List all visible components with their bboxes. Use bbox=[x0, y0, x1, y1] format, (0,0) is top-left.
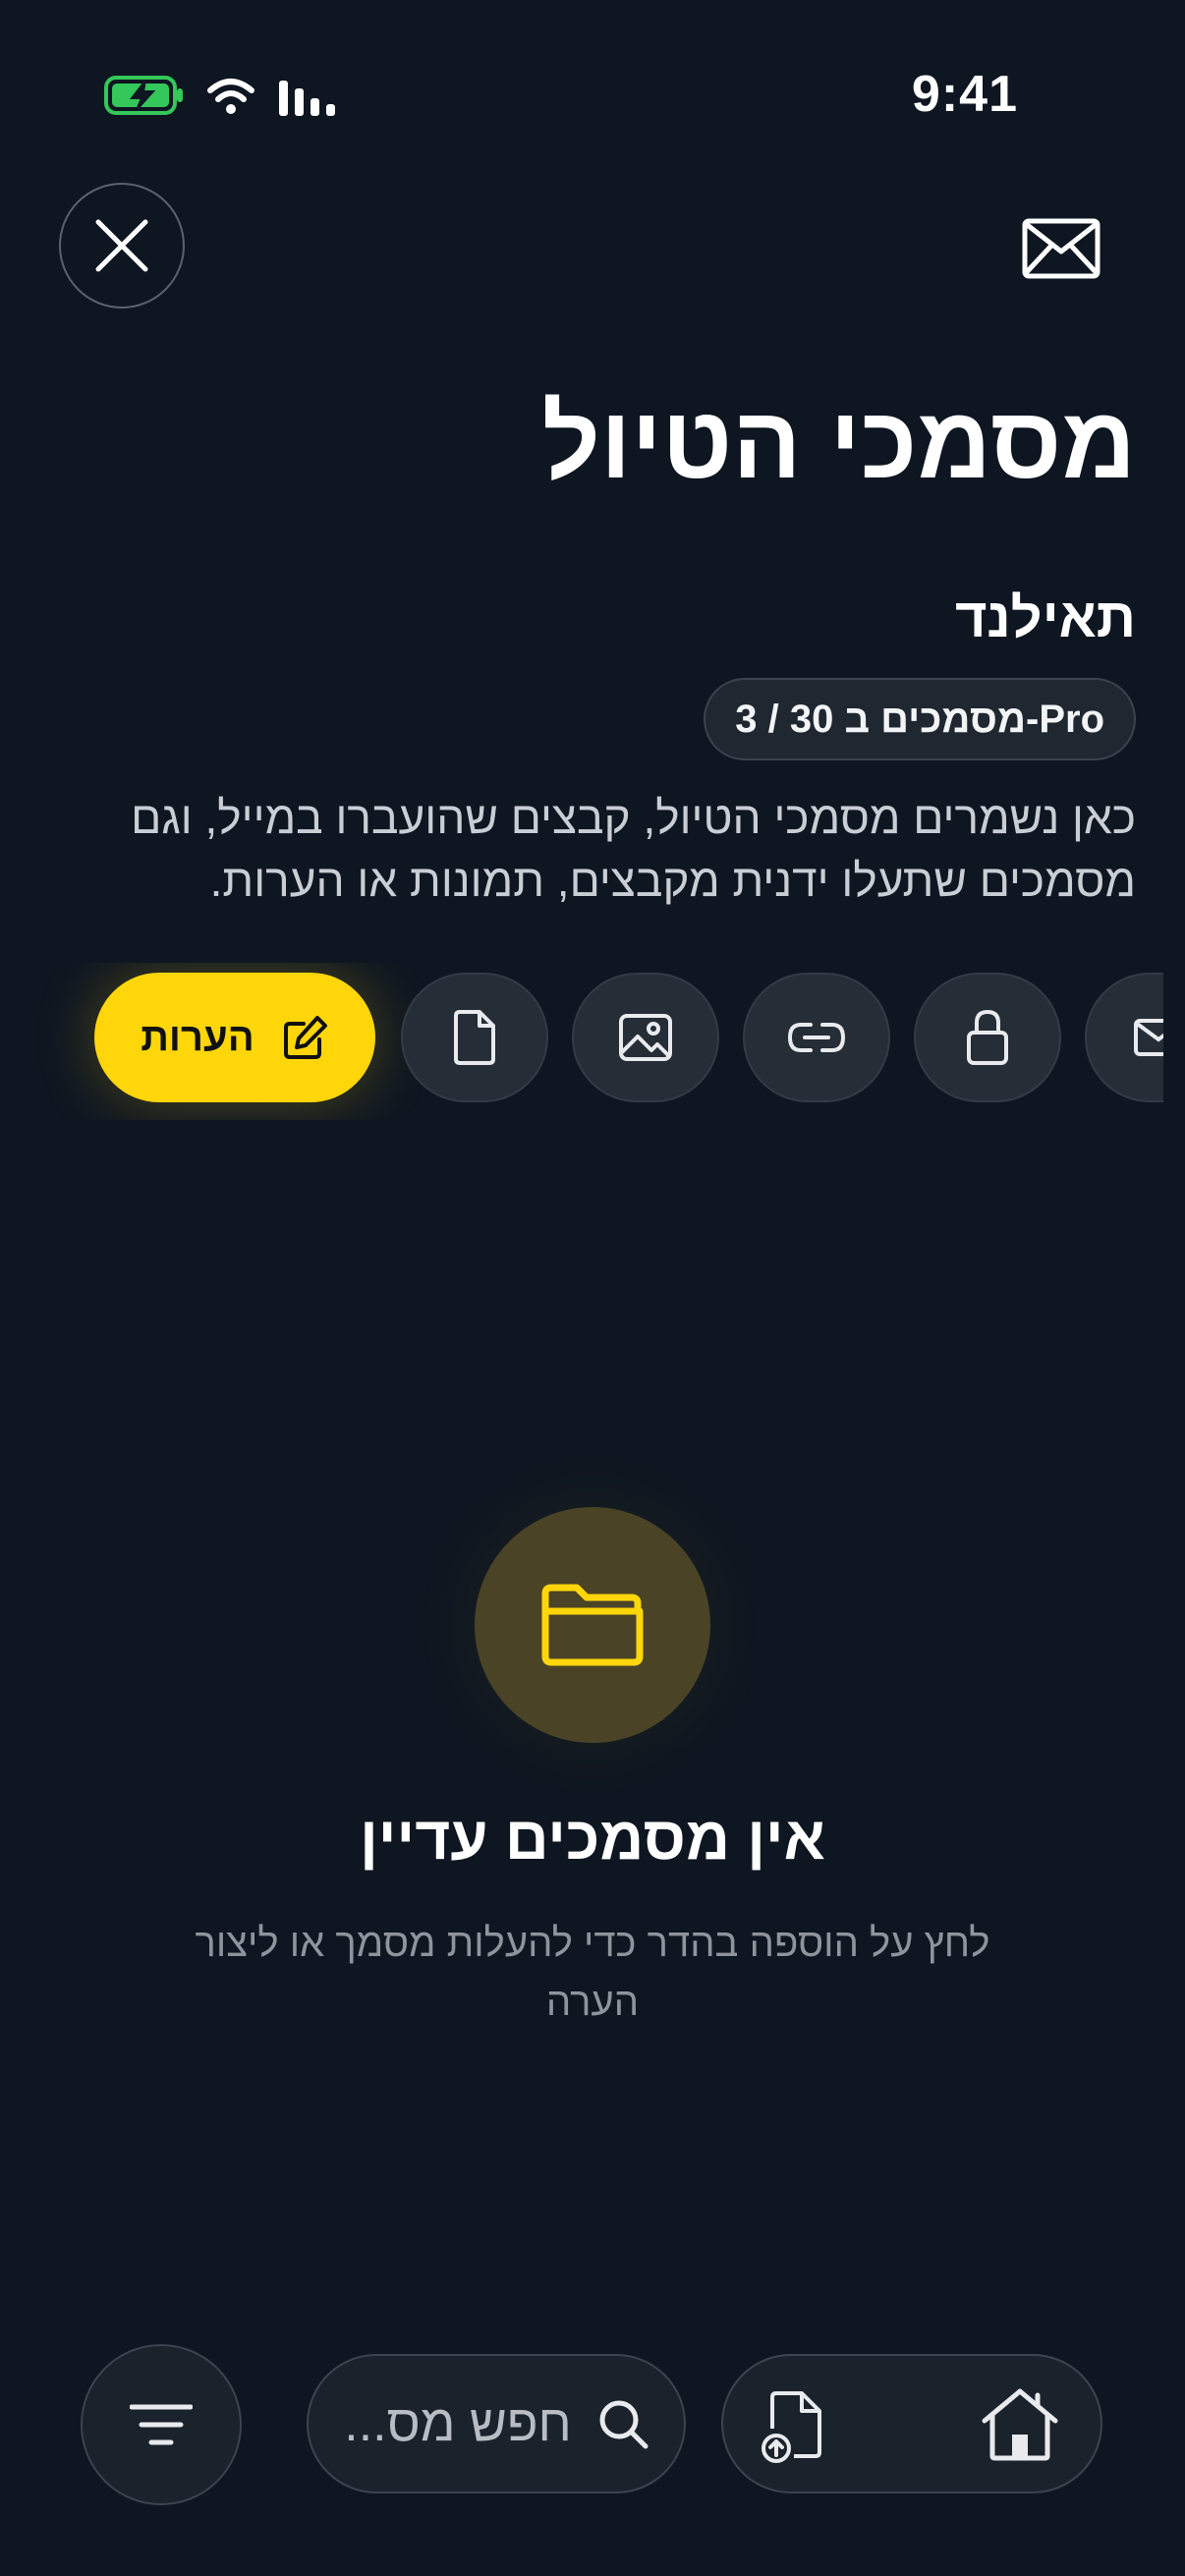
image-icon bbox=[618, 1013, 673, 1062]
quota-badge[interactable]: 3 / 30 מסמכים ב-Pro bbox=[704, 678, 1136, 760]
close-button[interactable] bbox=[59, 183, 185, 308]
filter-menu-button[interactable] bbox=[81, 2344, 242, 2505]
bottom-nav-pill bbox=[721, 2354, 1102, 2493]
filter-chip-images[interactable] bbox=[572, 973, 719, 1102]
edit-note-icon bbox=[282, 1014, 329, 1061]
trip-name: תאילנד bbox=[954, 587, 1136, 648]
page-title: מסמכי הטיול bbox=[541, 386, 1137, 500]
filter-chip-secure[interactable] bbox=[914, 973, 1061, 1102]
filter-chip-notes-label: הערות bbox=[141, 1015, 254, 1059]
status-time: 9:41 bbox=[911, 66, 1018, 123]
search-input[interactable]: חפש מס... bbox=[307, 2354, 686, 2493]
empty-state-subtitle: לחץ על הוספה בהדר כדי להעלות מסמך או ליצ… bbox=[195, 1922, 990, 2024]
page-description: כאן נשמרים מסמכי הטיול, קבצים שהועברו במ… bbox=[131, 792, 1136, 906]
mail-icon bbox=[1022, 218, 1100, 279]
filter-chip-notes[interactable]: הערות bbox=[94, 973, 375, 1102]
upload-file-icon[interactable] bbox=[761, 2389, 831, 2464]
filter-chip-email[interactable] bbox=[1085, 973, 1163, 1102]
filter-chip-files[interactable] bbox=[401, 973, 548, 1102]
empty-state-icon-circle bbox=[475, 1507, 710, 1743]
link-icon bbox=[787, 1021, 846, 1054]
close-icon bbox=[92, 216, 151, 275]
battery-charging-icon bbox=[104, 75, 185, 116]
filter-chip-row: הערות bbox=[0, 963, 1163, 1120]
home-icon[interactable] bbox=[981, 2387, 1059, 2462]
mail-button[interactable] bbox=[1022, 218, 1100, 279]
search-placeholder: חפש מס... bbox=[344, 2395, 572, 2452]
filter-chip-links[interactable] bbox=[743, 973, 890, 1102]
lock-icon bbox=[966, 1009, 1009, 1066]
empty-state-title: אין מסמכים עדיין bbox=[360, 1805, 825, 1873]
wifi-icon bbox=[206, 77, 255, 116]
mail-icon bbox=[1133, 1018, 1163, 1057]
signal-icon bbox=[277, 77, 338, 116]
search-icon bbox=[597, 2398, 649, 2449]
file-icon bbox=[452, 1010, 497, 1065]
filter-menu-icon bbox=[130, 2403, 193, 2446]
folder-open-icon bbox=[539, 1582, 646, 1668]
